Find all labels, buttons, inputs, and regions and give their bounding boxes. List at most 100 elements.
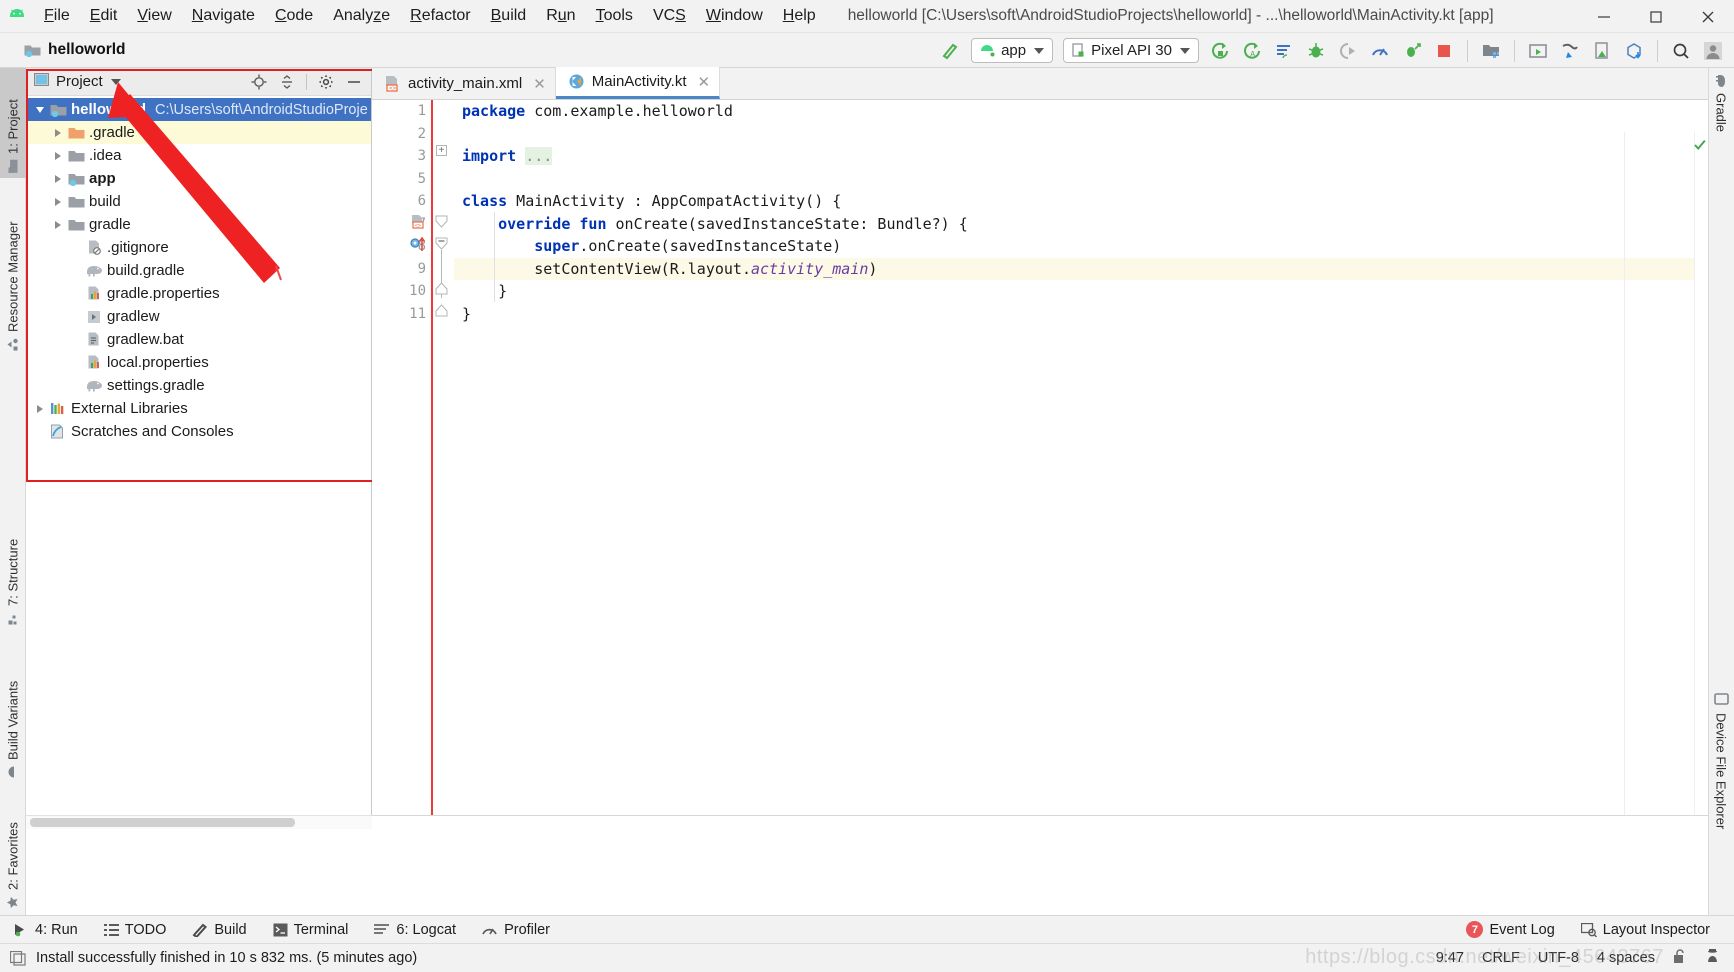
code-line[interactable]: package com.example.helloworld	[454, 100, 1708, 123]
chevron-right-icon[interactable]	[50, 128, 66, 137]
menu-item-tools[interactable]: Tools	[586, 4, 643, 28]
code-editor[interactable]: 123567891011<> + pac	[372, 100, 1708, 815]
code-line[interactable]	[454, 123, 1708, 146]
chevron-right-icon[interactable]	[50, 151, 66, 160]
menu-item-edit[interactable]: Edit	[80, 4, 128, 28]
breadcrumb[interactable]: helloworld	[24, 41, 126, 59]
menu-item-file[interactable]: File	[34, 4, 80, 28]
code-lines[interactable]: package com.example.helloworld import ..…	[454, 100, 1708, 815]
bottom-item-terminal[interactable]: Terminal	[260, 922, 362, 938]
close-button[interactable]	[1682, 0, 1734, 33]
menu-item-help[interactable]: Help	[773, 4, 826, 28]
chevron-right-icon[interactable]	[50, 220, 66, 229]
code-line[interactable]: }	[454, 280, 1708, 303]
tree-node-app[interactable]: app	[26, 167, 371, 190]
maximize-button[interactable]	[1630, 0, 1682, 33]
menu-item-refactor[interactable]: Refactor	[400, 4, 480, 28]
code-line[interactable]: import ...	[454, 145, 1708, 168]
code-line[interactable]: setContentView(R.layout.activity_main)	[454, 257, 1708, 280]
build-hammer-icon[interactable]	[935, 36, 965, 66]
code-line[interactable]: super.onCreate(savedInstanceState)	[454, 235, 1708, 258]
sidebar-item-structure[interactable]: 7: Structure	[0, 500, 26, 630]
tree-node-local-properties[interactable]: local.properties	[26, 351, 371, 374]
run-with-coverage-icon[interactable]: A	[1237, 36, 1267, 66]
sidebar-item-project[interactable]: 1: Project	[0, 68, 26, 178]
caret-position[interactable]: 9:47	[1436, 950, 1464, 966]
fold-marker-import[interactable]: +	[436, 145, 447, 156]
sidebar-item-build-variants[interactable]: Build Variants	[0, 638, 26, 783]
tree-node-external-libraries[interactable]: External Libraries	[26, 397, 371, 420]
chevron-down-icon[interactable]	[32, 106, 48, 113]
fold-end-oncreate[interactable]	[435, 282, 448, 295]
indent-setting[interactable]: 4 spaces	[1597, 950, 1655, 966]
sync-gradle-icon[interactable]	[1619, 36, 1649, 66]
run-icon[interactable]	[1205, 36, 1235, 66]
profiler-gauge-icon[interactable]	[1365, 36, 1395, 66]
bottom-item-logcat[interactable]: 6: Logcat	[361, 922, 469, 938]
bottom-item-layout-inspector[interactable]: Layout Inspector	[1568, 922, 1734, 938]
avatar-icon[interactable]	[1698, 36, 1728, 66]
chevron-down-icon[interactable]	[110, 78, 121, 85]
tree-node-scratches-and-consoles[interactable]: Scratches and Consoles	[26, 420, 371, 443]
search-icon[interactable]	[1666, 36, 1696, 66]
device-selector[interactable]: Pixel API 30	[1063, 38, 1199, 63]
apply-changes-icon[interactable]	[1269, 36, 1299, 66]
bottom-item-profiler[interactable]: Profiler	[469, 922, 563, 938]
menu-item-window[interactable]: Window	[696, 4, 773, 28]
editor-tab-mainactivity-kt[interactable]: MainActivity.kt ✕	[555, 67, 721, 99]
tree-node-build[interactable]: build	[26, 190, 371, 213]
menu-item-analyze[interactable]: Analyze	[323, 4, 400, 28]
gutter-class-marker-icon[interactable]: <>	[410, 214, 426, 234]
sidebar-item-favorites[interactable]: 2: Favorites	[0, 790, 26, 915]
bottom-item-build[interactable]: Build	[179, 922, 259, 938]
hector-inspection-icon[interactable]	[1705, 948, 1720, 968]
editor-tab-activity-main-xml[interactable]: <> activity_main.xml ✕	[372, 68, 556, 99]
chevron-right-icon[interactable]	[32, 404, 48, 413]
apply-code-changes-icon[interactable]	[1397, 36, 1427, 66]
fold-marker-class[interactable]	[435, 215, 448, 228]
code-line[interactable]	[454, 168, 1708, 191]
sidebar-item-device-file-explorer[interactable]: Device File Explorer	[1708, 686, 1734, 876]
menu-item-run[interactable]: Run	[536, 4, 585, 28]
debug-icon[interactable]	[1301, 36, 1331, 66]
tree-node-helloworld[interactable]: helloworld C:\Users\soft\AndroidStudioPro…	[26, 98, 371, 121]
layout-inspector-icon[interactable]	[1555, 36, 1585, 66]
run-configuration-selector[interactable]: app	[971, 38, 1054, 63]
bottom-item-run[interactable]: 4: Run	[0, 922, 91, 938]
menu-item-vcs[interactable]: VCS	[643, 4, 696, 28]
avd-manager-icon[interactable]	[1523, 36, 1553, 66]
chevron-right-icon[interactable]	[50, 197, 66, 206]
sdk-manager-icon[interactable]	[1476, 36, 1506, 66]
file-encoding[interactable]: UTF-8	[1538, 950, 1579, 966]
tree-node-gitignore[interactable]: .gitignore	[26, 236, 371, 259]
project-horizontal-scrollbar[interactable]	[30, 818, 295, 827]
menu-item-build[interactable]: Build	[481, 4, 537, 28]
line-separator[interactable]: CRLF	[1482, 950, 1520, 966]
fold-end-class[interactable]	[435, 304, 448, 317]
menu-item-navigate[interactable]: Navigate	[182, 4, 265, 28]
code-line[interactable]: class MainActivity : AppCompatActivity()…	[454, 190, 1708, 213]
code-line[interactable]: override fun onCreate(savedInstanceState…	[454, 213, 1708, 236]
code-line[interactable]: }	[454, 303, 1708, 326]
tree-node-gradle[interactable]: gradle	[26, 213, 371, 236]
project-tree[interactable]: helloworld C:\Users\soft\AndroidStudioPro…	[26, 96, 371, 443]
bottom-item-todo[interactable]: TODO	[91, 922, 180, 938]
fold-marker-oncreate[interactable]	[435, 237, 448, 250]
code-folding-column[interactable]: +	[432, 100, 454, 815]
tree-node-build-gradle[interactable]: build.gradle	[26, 259, 371, 282]
collapse-all-icon[interactable]	[274, 70, 300, 94]
inspection-gutter[interactable]	[1694, 132, 1708, 815]
close-icon[interactable]: ✕	[698, 73, 711, 91]
close-icon[interactable]: ✕	[533, 75, 546, 93]
chevron-right-icon[interactable]	[50, 174, 66, 183]
gutter-override-marker-icon[interactable]	[410, 236, 428, 256]
tree-node-gradle[interactable]: .gradle	[26, 121, 371, 144]
tree-node-gradlew-bat[interactable]: gradlew.bat	[26, 328, 371, 351]
stop-icon[interactable]	[1429, 36, 1459, 66]
settings-gear-icon[interactable]	[313, 70, 339, 94]
sidebar-item-gradle[interactable]: Gradle	[1708, 70, 1734, 165]
sidebar-item-resource-manager[interactable]: Resource Manager	[0, 186, 26, 356]
menu-item-code[interactable]: Code	[265, 4, 323, 28]
device-file-explorer-icon[interactable]	[1587, 36, 1617, 66]
menu-item-view[interactable]: View	[127, 4, 181, 28]
